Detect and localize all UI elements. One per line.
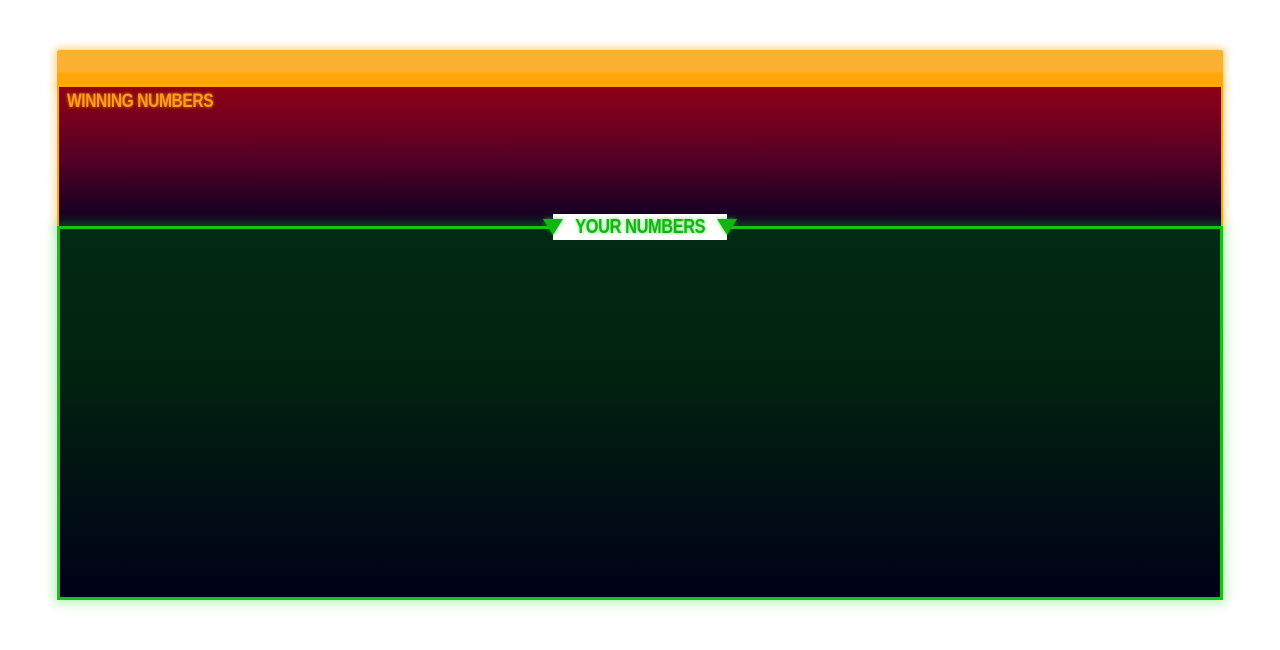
card-header-bar — [57, 50, 1223, 87]
game-stage: WINNING NUMBERS YOUR NUMBERS — [0, 0, 1280, 650]
lottery-card: WINNING NUMBERS YOUR NUMBERS — [57, 50, 1223, 600]
triangle-down-icon — [542, 219, 563, 235]
your-numbers-heading: YOUR NUMBERS — [542, 214, 738, 240]
triangle-down-icon — [717, 219, 738, 235]
your-numbers-title: YOUR NUMBERS — [575, 215, 705, 238]
winning-numbers-title: WINNING NUMBERS — [67, 91, 214, 112]
winning-numbers-panel: WINNING NUMBERS — [57, 87, 1223, 227]
your-numbers-panel — [57, 226, 1223, 600]
